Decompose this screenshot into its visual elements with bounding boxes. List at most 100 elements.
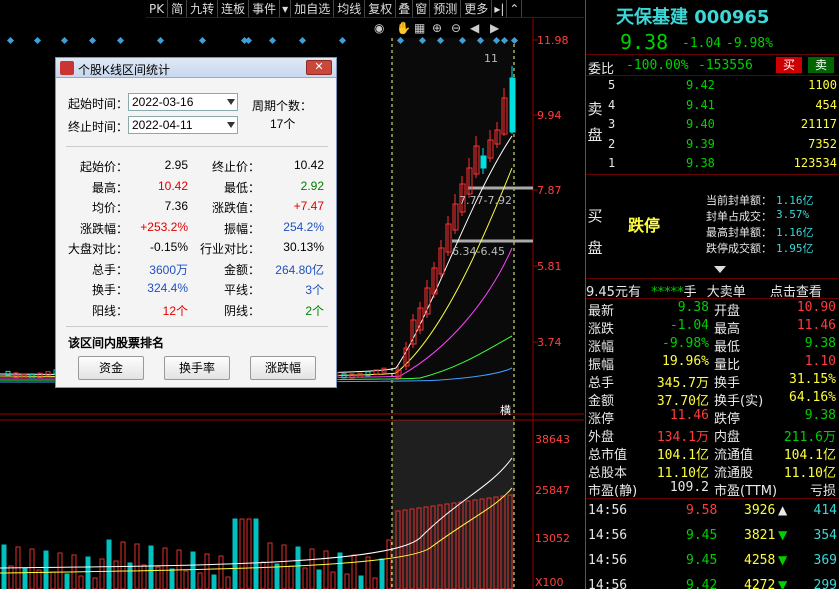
toolbar-simple[interactable]: 简 bbox=[168, 0, 188, 17]
stat-value: 2.92 bbox=[300, 178, 324, 193]
toolbar-ma-lines[interactable]: 均线 bbox=[334, 0, 366, 17]
sell-volume: 21117 bbox=[800, 117, 837, 131]
tick-volume: 3926 bbox=[744, 503, 776, 518]
toolbar-overlay[interactable]: 叠 bbox=[396, 0, 414, 17]
eye-icon: ◉ bbox=[374, 21, 384, 35]
sell-volume: 1100 bbox=[808, 78, 837, 92]
rank-by-change-button[interactable]: 涨跌幅 bbox=[250, 356, 316, 380]
chevron-down-icon[interactable] bbox=[714, 266, 726, 273]
rank-by-turnover-button[interactable]: 换手率 bbox=[164, 356, 230, 380]
detail-label: 涨幅 bbox=[588, 340, 615, 355]
detail-value: 11.10亿 bbox=[783, 466, 836, 481]
sell-price[interactable]: 9.39 bbox=[686, 137, 715, 151]
volume-tick: 25847 bbox=[535, 484, 570, 497]
toolbar-nine-turn[interactable]: 九转 bbox=[187, 0, 219, 17]
chevron-down-icon bbox=[227, 122, 235, 128]
end-time-label: 终止时间： bbox=[68, 120, 129, 134]
tick-volume: 4258 bbox=[744, 553, 776, 568]
toolbar-events[interactable]: 事件 bbox=[249, 0, 281, 17]
zoom-in-icon: ⊕ bbox=[432, 21, 442, 35]
stat-label: 起始价： bbox=[79, 160, 128, 174]
detail-value: 104.1亿 bbox=[656, 448, 709, 463]
detail-value: 1.10 bbox=[804, 354, 836, 369]
rank-by-funds-button[interactable]: 资金 bbox=[78, 356, 144, 380]
weibi-pct: -100.00% bbox=[626, 58, 689, 73]
toolbar-window[interactable]: 窗 bbox=[413, 0, 431, 17]
toolbar-dropdown-icon[interactable]: ▾ bbox=[280, 0, 292, 17]
stock-name-code: 天保基建 000965 bbox=[616, 7, 770, 28]
buy-button[interactable]: 买 bbox=[776, 57, 802, 73]
detail-value: -1.04 bbox=[669, 318, 709, 333]
seal-value: 3.57% bbox=[776, 208, 810, 221]
chart-toolbar: PK 简 九转 连板 事件 ▾ 加自选 均线 复权 叠 窗 预测 更多 ▸| ⌃ bbox=[146, 0, 584, 18]
stat-value: 254.2% bbox=[283, 219, 324, 234]
sell-price[interactable]: 9.38 bbox=[686, 156, 715, 170]
period-count-value: 17个 bbox=[270, 117, 296, 131]
volume-tick: 38643 bbox=[535, 433, 570, 446]
detail-value: 11.10亿 bbox=[656, 466, 709, 481]
right-arrow-icon: ▶ bbox=[490, 21, 500, 35]
close-button[interactable]: ✕ bbox=[306, 60, 332, 75]
divider bbox=[586, 174, 839, 175]
sell-button[interactable]: 卖 bbox=[808, 57, 834, 73]
sell-volume: 454 bbox=[815, 97, 837, 112]
zoom-out-icon: ⊖ bbox=[451, 21, 461, 35]
detail-label: 量比 bbox=[714, 358, 741, 373]
toolbar-more[interactable]: 更多 bbox=[461, 0, 493, 17]
toolbar-limit-board[interactable]: 连板 bbox=[218, 0, 250, 17]
sell-price[interactable]: 9.42 bbox=[686, 78, 715, 92]
tick-count: 414 bbox=[813, 503, 837, 518]
toolbar-forecast[interactable]: 预测 bbox=[430, 0, 462, 17]
tick-time: 14:56 bbox=[588, 528, 628, 543]
volume-tick: 13052 bbox=[535, 532, 570, 545]
period-count-label: 周期个数： bbox=[252, 99, 313, 113]
detail-label: 内盘 bbox=[714, 430, 741, 445]
chart-tool-icons[interactable]: ◉ ✋ ▦ ⊕ ⊖ ◀ ▶ bbox=[374, 21, 500, 35]
toolbar-play-icon[interactable]: ▸| bbox=[492, 0, 508, 17]
detail-label: 最高 bbox=[714, 322, 741, 337]
detail-value: 345.7万 bbox=[656, 376, 709, 391]
seal-value: 1.16亿 bbox=[776, 226, 814, 239]
toolbar-adjust[interactable]: 复权 bbox=[365, 0, 397, 17]
tick-time: 14:56 bbox=[588, 578, 628, 589]
divider bbox=[66, 326, 328, 327]
tick-price: 9.45 bbox=[686, 553, 718, 568]
app-icon bbox=[60, 61, 74, 75]
volume-bars bbox=[1, 494, 513, 589]
detail-value: 19.96% bbox=[662, 354, 709, 369]
toolbar-add-watchlist[interactable]: 加自选 bbox=[291, 0, 335, 17]
price-tick: 5.81 bbox=[537, 260, 562, 273]
event-markers bbox=[6, 36, 519, 45]
end-time-select[interactable]: 2022-04-11 bbox=[128, 116, 238, 134]
stat-label: 金额： bbox=[223, 262, 260, 277]
dialog-title: 个股K线区间统计 bbox=[78, 63, 171, 77]
seal-value: 1.95亿 bbox=[776, 242, 814, 255]
detail-label: 市盈(静) bbox=[588, 484, 638, 499]
detail-value: 104.1亿 bbox=[783, 448, 836, 463]
weibi-diff: -153556 bbox=[698, 58, 753, 73]
detail-label: 涨跌 bbox=[588, 322, 615, 337]
divider bbox=[586, 278, 839, 279]
sell-level: 2 bbox=[608, 136, 616, 151]
stat-value: 30.13% bbox=[283, 240, 324, 254]
detail-label: 流通股 bbox=[714, 466, 754, 481]
dialog-titlebar[interactable]: 个股K线区间统计 ✕ bbox=[56, 58, 336, 78]
start-time-select[interactable]: 2022-03-16 bbox=[128, 93, 238, 111]
detail-value: 9.38 bbox=[804, 408, 836, 423]
sell-price[interactable]: 9.41 bbox=[686, 98, 715, 112]
toolbar-pk[interactable]: PK bbox=[146, 0, 169, 17]
stat-label: 行业对比： bbox=[199, 242, 260, 256]
chevron-down-icon bbox=[227, 99, 235, 105]
divider bbox=[586, 54, 839, 55]
detail-value: 10.90 bbox=[796, 300, 836, 315]
toolbar-collapse-icon[interactable]: ⌃ bbox=[507, 0, 523, 17]
detail-label: 振幅 bbox=[588, 358, 615, 373]
detail-value: 11.46 bbox=[796, 318, 836, 333]
tick-count: 354 bbox=[813, 528, 837, 543]
detail-label: 跌停 bbox=[714, 412, 741, 427]
detail-label: 开盘 bbox=[714, 304, 741, 319]
stat-label: 阳线： bbox=[91, 303, 128, 318]
detail-value: 64.16% bbox=[789, 390, 836, 405]
range-end-marker: 横 bbox=[500, 403, 511, 417]
sell-price[interactable]: 9.40 bbox=[686, 117, 715, 131]
